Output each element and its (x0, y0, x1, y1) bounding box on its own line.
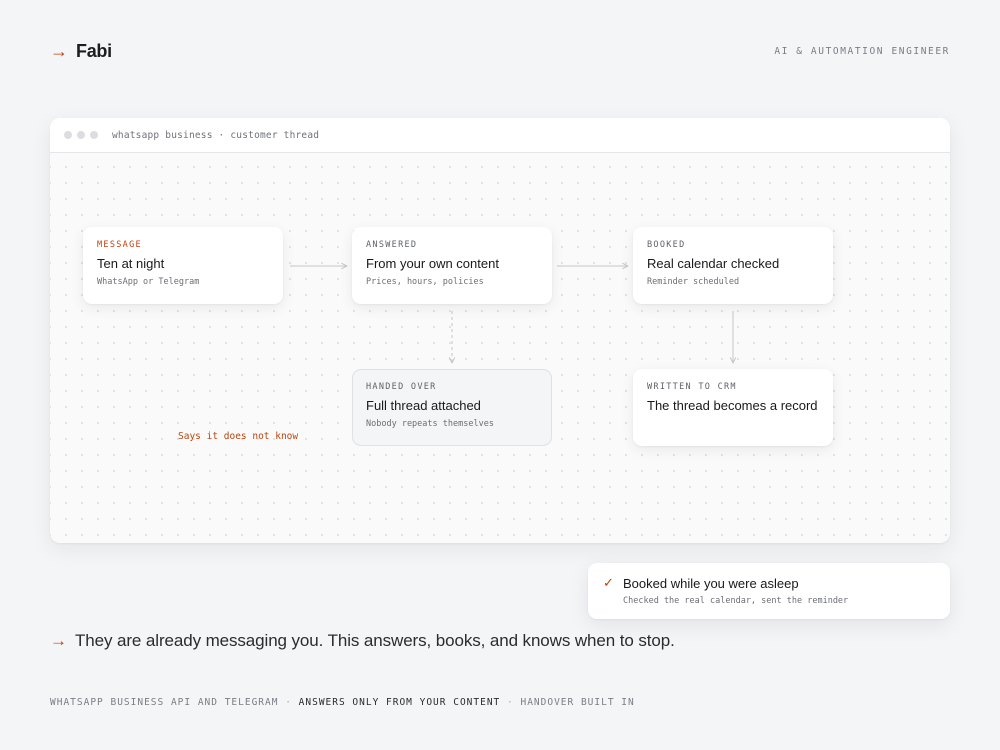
node-tag: MESSAGE (97, 240, 142, 250)
role-label: AI & AUTOMATION ENGINEER (774, 46, 950, 57)
tagline-text: They are already messaging you. This ans… (75, 631, 675, 650)
node-title: From your own content (366, 256, 499, 271)
node-tag: WRITTEN TO CRM (647, 382, 737, 392)
node-answered[interactable]: ANSWERED From your own content Prices, h… (352, 227, 552, 304)
window-dot-icon (77, 131, 85, 139)
thread-window: whatsapp business · customer thread MESS… (50, 118, 950, 543)
window-title: whatsapp business · customer thread (112, 129, 320, 141)
feature-footer: WHATSAPP BUSINESS API AND TELEGRAM · ANS… (50, 697, 635, 708)
brand[interactable]: → Fabi (50, 40, 112, 62)
toast-subtitle: Checked the real calendar, sent the remi… (623, 596, 849, 606)
booking-toast[interactable]: ✓ Booked while you were asleep Checked t… (588, 563, 950, 619)
brand-name: Fabi (76, 41, 112, 61)
node-handed-over[interactable]: HANDED OVER Full thread attached Nobody … (352, 369, 552, 446)
node-tag: HANDED OVER (366, 382, 437, 392)
tagline: → They are already messaging you. This a… (50, 631, 675, 651)
toast-title: Booked while you were asleep (623, 576, 799, 591)
node-subtitle: Nobody repeats themselves (366, 419, 494, 429)
window-dot-icon (64, 131, 72, 139)
feature-item-highlight: ANSWERS ONLY FROM YOUR CONTENT (298, 697, 501, 708)
node-subtitle: WhatsApp or Telegram (97, 277, 200, 287)
node-subtitle: Prices, hours, policies (366, 277, 484, 287)
node-crm[interactable]: WRITTEN TO CRM The thread becomes a reco… (633, 369, 833, 446)
node-subtitle: Reminder scheduled (647, 277, 740, 287)
node-tag: BOOKED (647, 240, 686, 250)
separator: · (507, 697, 514, 708)
flow-canvas: MESSAGE Ten at night WhatsApp or Telegra… (50, 153, 950, 543)
node-tag: ANSWERED (366, 240, 418, 250)
node-title: Real calendar checked (647, 256, 780, 271)
check-icon: ✓ (603, 575, 614, 590)
arrow-right-icon: → (50, 631, 67, 650)
node-message[interactable]: MESSAGE Ten at night WhatsApp or Telegra… (83, 227, 283, 304)
node-title: Ten at night (97, 256, 165, 271)
arrow-right-icon: → (50, 41, 68, 61)
window-titlebar: whatsapp business · customer thread (50, 118, 950, 153)
flow-connectors (290, 153, 950, 543)
handover-condition-label: Says it does not know (178, 431, 299, 442)
node-title: The thread becomes a record (647, 398, 818, 413)
feature-item: HANDOVER BUILT IN (520, 697, 635, 708)
node-booked[interactable]: BOOKED Real calendar checked Reminder sc… (633, 227, 833, 304)
node-title: Full thread attached (366, 398, 481, 413)
window-dot-icon (90, 131, 98, 139)
separator: · (285, 697, 292, 708)
feature-item: WHATSAPP BUSINESS API AND TELEGRAM (50, 697, 279, 708)
